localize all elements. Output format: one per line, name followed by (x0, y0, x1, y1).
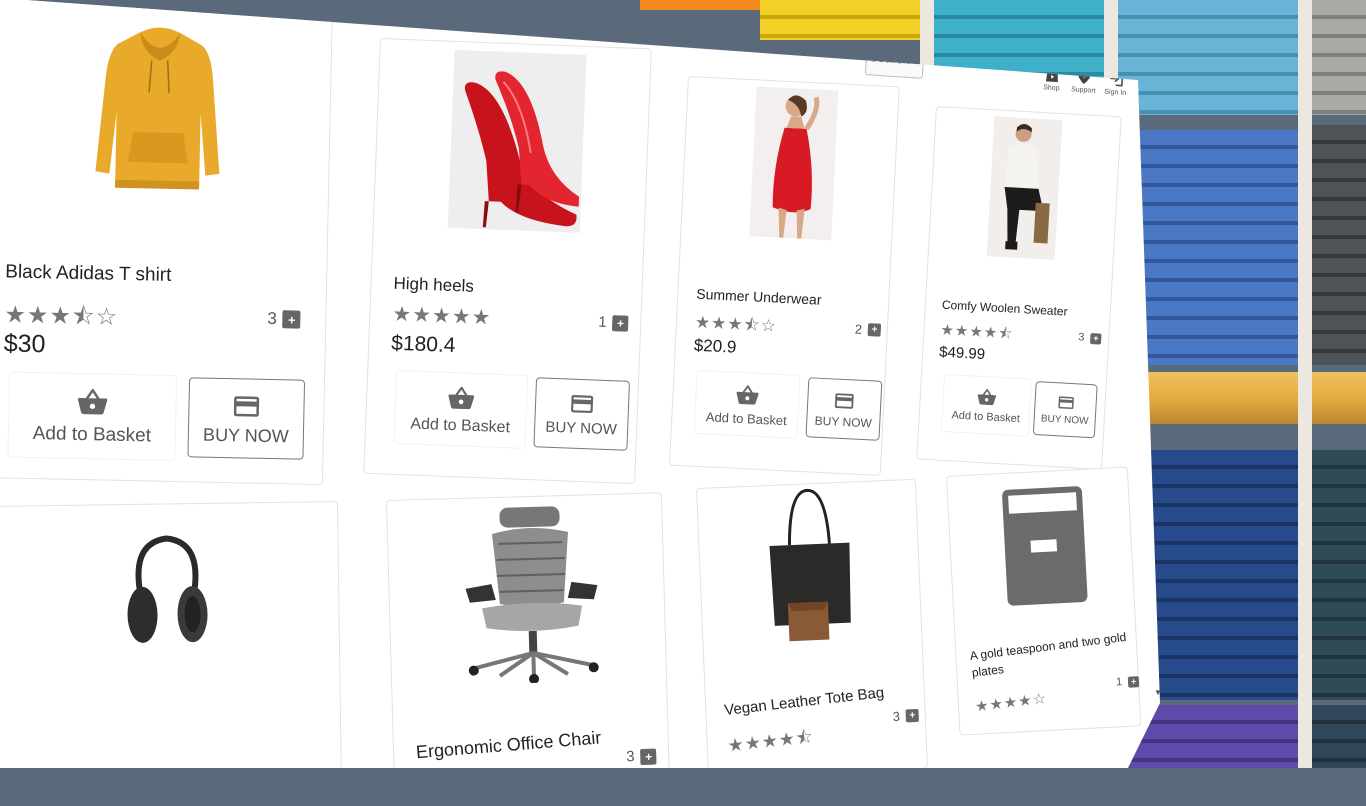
review-count: 2 (854, 321, 882, 337)
product-title[interactable]: High heels (393, 274, 474, 297)
add-to-basket-label: Add to Basket (32, 423, 152, 447)
star-rating: ★★★★★ (391, 302, 492, 330)
add-to-basket-button[interactable]: Add to Basket (940, 373, 1032, 437)
nav-support-label: Support (1070, 86, 1096, 95)
review-count: 3 (267, 309, 301, 330)
add-to-basket-label: Add to Basket (705, 408, 788, 428)
review-count-value: 3 (267, 308, 278, 329)
buy-now-button[interactable]: BUY NOW (533, 377, 631, 451)
review-count: 3 (892, 708, 920, 724)
product-card[interactable]: Comfy Woolen Sweater ★★★★⯪ 3 $49.99 Add … (916, 106, 1122, 470)
credit-card-icon (834, 392, 854, 409)
product-title[interactable]: Comfy Woolen Sweater (942, 298, 1068, 319)
product-title[interactable]: Ergonomic Office Chair (415, 727, 602, 763)
product-price: $49.99 (938, 343, 986, 364)
add-to-basket-label: Add to Basket (410, 414, 511, 436)
add-to-basket-label: Add to Basket (951, 409, 1021, 426)
product-card[interactable]: A gold teaspoon and two gold plates 1 ★★… (946, 466, 1142, 736)
buy-now-button[interactable]: BUY NOW (805, 377, 883, 441)
shop-page-window: Shop ? Support Sign In ▼ Bla (0, 0, 1160, 768)
add-to-basket-button[interactable]: Add to Basket (693, 369, 801, 439)
product-card[interactable]: Vegan Leather Tote Bag 3 ★★★★⯪ (696, 478, 928, 768)
add-review-icon[interactable] (640, 748, 657, 765)
product-card[interactable]: Black Adidas T shirt ★★★⯪☆ 3 $30 Add to … (0, 0, 333, 486)
review-count-value: 1 (1115, 676, 1123, 689)
credit-card-icon (233, 395, 260, 417)
product-image-sweater-model (986, 116, 1063, 260)
review-count: 1 (1116, 675, 1140, 688)
add-review-icon[interactable] (282, 310, 301, 329)
product-card[interactable]: Summer Underwear ★★★⯪☆ 2 $20.9 Add to Ba… (668, 76, 900, 476)
product-image-slip-dress (749, 86, 839, 241)
product-card[interactable] (0, 501, 343, 768)
add-review-icon[interactable] (1090, 332, 1102, 345)
basket-icon (977, 388, 997, 406)
basket-icon (77, 388, 108, 415)
review-count-value: 3 (1077, 331, 1085, 344)
buy-now-label: BUY NOW (1040, 413, 1089, 427)
buy-now-label: BUY NOW (545, 418, 618, 439)
product-price: $180.4 (390, 331, 456, 358)
product-title[interactable]: A gold teaspoon and two gold plates (969, 629, 1132, 682)
add-review-icon[interactable] (867, 323, 882, 337)
product-price: $30 (3, 329, 46, 359)
buy-now-button[interactable]: BUY NOW (187, 377, 306, 460)
star-rating: ★★★★☆ (974, 690, 1048, 716)
product-title[interactable]: Black Adidas T shirt (5, 261, 172, 286)
review-count: 3 (626, 748, 657, 766)
product-image-hoodie (95, 27, 220, 190)
add-review-icon[interactable] (1127, 675, 1140, 688)
buy-now-label: BUY NOW (814, 413, 873, 430)
add-to-basket-button[interactable]: Add to Basket (7, 371, 178, 462)
product-image-heels (447, 49, 587, 233)
product-card[interactable]: Ergonomic Office Chair 3 (386, 492, 671, 768)
star-rating: ★★★★⯪ (726, 726, 815, 756)
credit-card-icon (1057, 396, 1074, 410)
buy-now-label: BUY NOW (202, 424, 289, 446)
add-to-basket-button[interactable]: Add to Basket (393, 369, 529, 449)
review-count-value: 2 (854, 321, 863, 337)
product-image-office-chair (465, 506, 599, 684)
product-title[interactable]: Vegan Leather Tote Bag (723, 684, 885, 719)
review-count-value: 3 (626, 748, 635, 766)
buy-now-button[interactable]: BUY NOW (1032, 381, 1098, 439)
product-card[interactable]: High heels ★★★★★ 1 $180.4 Add to Basket … (363, 38, 652, 485)
image-placeholder-icon (1002, 486, 1088, 606)
review-count-value: 1 (597, 313, 607, 331)
product-image-tote-bag (769, 488, 851, 642)
product-title[interactable]: Summer Underwear (696, 286, 822, 308)
review-count: 1 (598, 314, 629, 332)
add-review-icon[interactable] (905, 708, 920, 723)
review-count-value: 3 (892, 708, 901, 724)
product-price: $20.9 (693, 335, 737, 357)
review-count: 3 (1077, 331, 1102, 345)
nav-shop-label: Shop (1043, 84, 1060, 93)
nav-sign-in-label: Sign In (1104, 88, 1127, 97)
basket-icon (736, 384, 759, 405)
product-image-headphones (127, 535, 208, 643)
basket-icon (448, 386, 475, 409)
add-review-icon[interactable] (612, 314, 629, 332)
credit-card-icon (571, 395, 594, 414)
